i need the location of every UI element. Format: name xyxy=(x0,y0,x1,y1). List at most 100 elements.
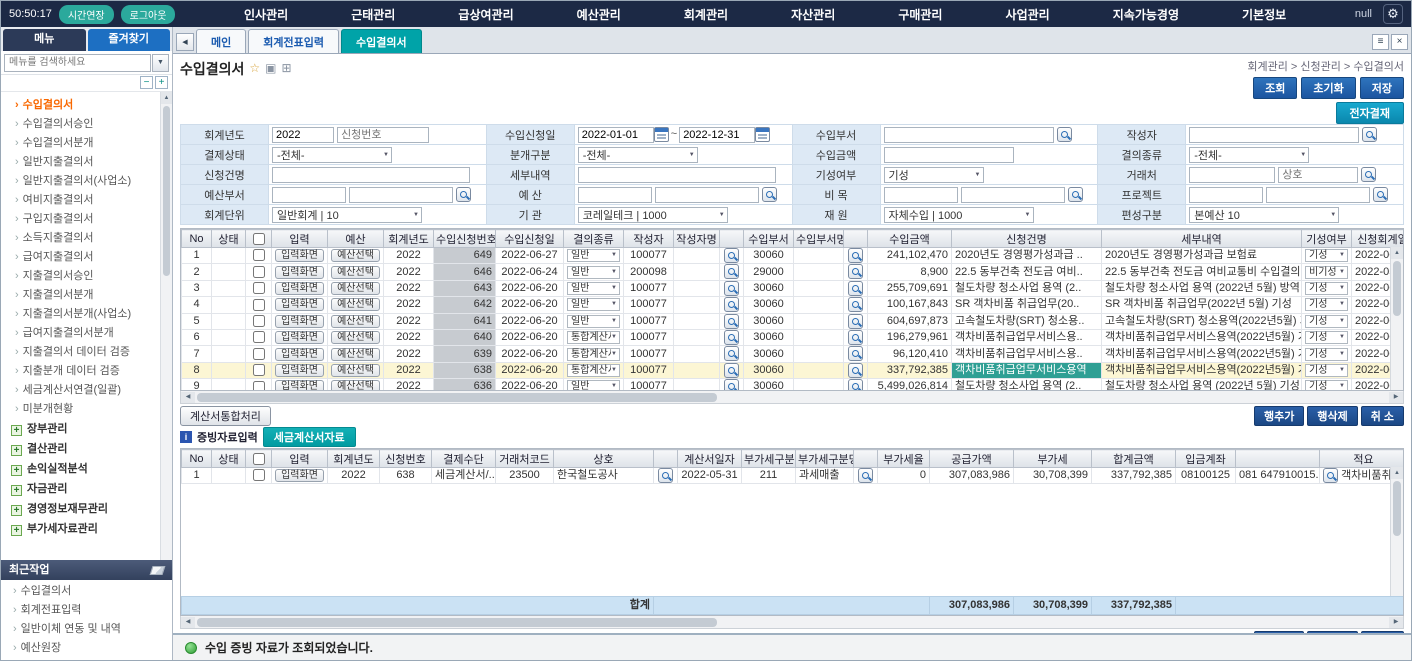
column-header[interactable] xyxy=(654,450,678,468)
column-header[interactable]: 부가세구분 xyxy=(742,450,796,468)
budget-select-button[interactable]: 예산선택 xyxy=(331,315,380,328)
income-row[interactable]: 3 입력화면 예산선택 2022 643 2022-06-20 일반 1 xyxy=(182,280,1405,296)
search-icon[interactable] xyxy=(724,330,739,345)
budget-select-button[interactable]: 예산선택 xyxy=(331,298,380,311)
sidebar-menu-item[interactable]: 지출결의서분개(사업소) xyxy=(7,305,158,324)
sidebar-group-item[interactable]: 장부관리 xyxy=(7,419,158,439)
horizontal-scrollbar[interactable] xyxy=(180,616,1404,629)
recent-work-item[interactable]: 일반이체 연동 및 내역 xyxy=(5,620,168,639)
electronic-approval-button[interactable]: 전자결재 xyxy=(1336,102,1404,124)
vendor-name-input[interactable] xyxy=(1278,167,1358,183)
row-checkbox[interactable] xyxy=(253,249,265,261)
mdi-tab[interactable]: 수입결의서 xyxy=(341,29,422,53)
decision-type-dropdown[interactable]: 일반 xyxy=(567,298,620,311)
column-header[interactable]: 수입부서명 xyxy=(794,230,844,248)
row-checkbox[interactable] xyxy=(253,331,265,343)
cancel-button[interactable]: 취 소 xyxy=(1361,406,1404,426)
income-row[interactable]: 1 입력화면 예산선택 2022 649 2022-06-27 일반 1 xyxy=(182,248,1405,264)
select-all-checkbox[interactable] xyxy=(253,453,265,465)
search-icon[interactable] xyxy=(1057,127,1072,142)
sidebar-menu-item[interactable]: 구입지출결의서 xyxy=(7,210,158,229)
organization-select[interactable]: 코레일테크 | 1000 xyxy=(578,207,728,223)
gisung-dropdown[interactable]: 기성 xyxy=(1305,249,1348,262)
input-screen-button[interactable]: 입력화면 xyxy=(275,249,324,262)
request-title-input[interactable] xyxy=(272,167,470,183)
budget-select-button[interactable]: 예산선택 xyxy=(331,249,380,262)
decision-type-dropdown[interactable]: 일반 xyxy=(567,249,620,262)
search-icon[interactable] xyxy=(848,264,863,279)
column-header[interactable]: 계산서일자 xyxy=(678,450,742,468)
input-screen-button[interactable]: 입력화면 xyxy=(275,331,324,344)
evidence-row[interactable]: 1 입력화면 2022 638 세금계산서/.. 23500 한국철도공사 xyxy=(182,468,1405,484)
sidebar-menu-item[interactable]: 미분개현황 xyxy=(7,400,158,419)
column-header[interactable]: 예산 xyxy=(328,230,384,248)
scroll-up-icon[interactable]: ▲ xyxy=(1391,247,1403,259)
column-header[interactable]: 합계금액 xyxy=(1092,450,1176,468)
tab-list-icon[interactable]: ≡ xyxy=(1372,34,1389,50)
tab-scroll-left-icon[interactable] xyxy=(176,33,194,51)
budget-select-button[interactable]: 예산선택 xyxy=(331,266,380,279)
account-unit-select[interactable]: 일반회계 | 10 xyxy=(272,207,422,223)
decision-type-dropdown[interactable]: 통합계산서 xyxy=(567,364,620,377)
search-icon[interactable] xyxy=(848,330,863,345)
input-screen-button[interactable]: 입력화면 xyxy=(275,315,324,328)
budget-plan-select[interactable]: 본예산 10 xyxy=(1189,207,1339,223)
decision-type-dropdown[interactable]: 일반 xyxy=(567,266,620,279)
input-screen-button[interactable]: 입력화면 xyxy=(275,380,324,391)
global-menu-item[interactable]: 회계관리 xyxy=(684,6,728,23)
column-header[interactable]: 수입신청일 xyxy=(496,230,564,248)
sidebar-menu-item[interactable]: 소득지출결의서 xyxy=(7,229,158,248)
search-icon[interactable] xyxy=(848,379,863,391)
gisung-dropdown[interactable]: 기성 xyxy=(1305,298,1348,311)
decision-type-dropdown[interactable]: 일반 xyxy=(567,380,620,391)
row-checkbox[interactable] xyxy=(253,266,265,278)
gisung-dropdown[interactable]: 기성 xyxy=(1305,282,1348,295)
sidebar-menu-item[interactable]: 지출결의서분개 xyxy=(7,286,158,305)
sidebar-group-item[interactable]: 결산관리 xyxy=(7,439,158,459)
global-menu-item[interactable]: 인사관리 xyxy=(244,6,288,23)
column-header[interactable]: 상호 xyxy=(554,450,654,468)
recent-work-item[interactable]: 수입결의서 xyxy=(5,582,168,601)
plus-icon[interactable] xyxy=(11,505,22,516)
calendar-icon[interactable] xyxy=(755,127,770,142)
writer-input[interactable] xyxy=(1189,127,1359,143)
sidebar-menu-item[interactable]: 급여지출결의서분개 xyxy=(7,324,158,343)
column-header[interactable]: 부가세 xyxy=(1014,450,1092,468)
search-icon[interactable] xyxy=(848,346,863,361)
global-menu-item[interactable]: 급상여관리 xyxy=(458,6,513,23)
search-button[interactable]: 조회 xyxy=(1253,77,1297,99)
menu-search-dropdown-icon[interactable]: ▼ xyxy=(152,54,169,72)
expand-all-button[interactable]: + xyxy=(155,76,168,89)
calendar-icon[interactable] xyxy=(654,127,669,142)
column-header[interactable]: 거래처코드 xyxy=(496,450,554,468)
sidebar-menu-item[interactable]: 지출결의서승인 xyxy=(7,267,158,286)
column-header[interactable] xyxy=(1236,450,1320,468)
input-screen-button[interactable]: 입력화면 xyxy=(275,364,324,377)
search-icon[interactable] xyxy=(1373,187,1388,202)
sidebar-menu-item[interactable]: 급여지출결의서 xyxy=(7,248,158,267)
budget-dept-name-input[interactable] xyxy=(349,187,453,203)
column-header[interactable] xyxy=(720,230,744,248)
column-header[interactable]: 입력 xyxy=(272,230,328,248)
clear-recent-icon[interactable] xyxy=(150,566,166,575)
gisung-dropdown[interactable]: 기성 xyxy=(1305,348,1348,361)
sidebar-tab-favorites[interactable]: 즐겨찾기 xyxy=(88,29,171,51)
income-row[interactable]: 7 입력화면 예산선택 2022 639 2022-06-20 통합계산서 xyxy=(182,346,1405,362)
decision-type-dropdown[interactable]: 일반 xyxy=(567,282,620,295)
search-icon[interactable] xyxy=(762,187,777,202)
merge-bill-button[interactable]: 계산서통합처리 xyxy=(180,406,271,426)
popup-icon[interactable]: ▣ xyxy=(265,59,276,77)
search-icon[interactable] xyxy=(658,468,673,483)
budget-select-button[interactable]: 예산선택 xyxy=(331,282,380,295)
column-header[interactable] xyxy=(844,230,868,248)
recent-work-item[interactable]: 예산원장 xyxy=(5,639,168,658)
sidebar-group-item[interactable]: 경영정보재무관리 xyxy=(7,499,158,519)
global-menu-item[interactable]: 근태관리 xyxy=(351,6,395,23)
vendor-code-input[interactable] xyxy=(1189,167,1275,183)
gisung-select[interactable]: 기성 xyxy=(884,167,984,183)
column-header[interactable]: 세부내역 xyxy=(1102,230,1302,248)
income-row[interactable]: 8 입력화면 예산선택 2022 638 2022-06-20 통합계산서 xyxy=(182,362,1405,378)
add-row-button[interactable]: 행추가 xyxy=(1254,406,1304,426)
settings-gear-icon[interactable]: ⚙ xyxy=(1383,4,1403,24)
budget-dept-code-input[interactable] xyxy=(272,187,346,203)
